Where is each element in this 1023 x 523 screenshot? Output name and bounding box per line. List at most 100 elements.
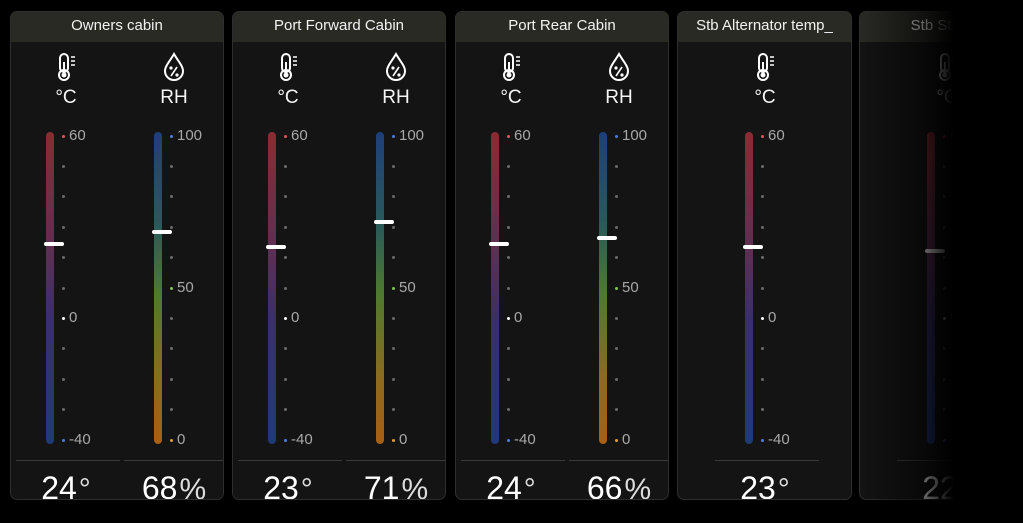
gauge-level-marker: [266, 245, 286, 250]
reading-unit: %: [401, 473, 429, 500]
tick-dot: [507, 316, 510, 320]
tick-dot: [62, 377, 65, 381]
tick-dot: [392, 256, 395, 260]
tick-dot: [507, 438, 510, 442]
tick-dot: [170, 377, 173, 381]
gauge-bar: [46, 132, 54, 444]
tick-dot: [392, 225, 395, 229]
gauge-reading: 24°: [461, 470, 561, 499]
tick-dot: [615, 438, 618, 442]
tick-dot: [170, 438, 173, 442]
card-title: Owners cabin: [11, 12, 223, 42]
tick-dot: [615, 134, 618, 138]
reading-value: 66: [586, 470, 623, 500]
gauge-reading: 68%: [124, 470, 223, 500]
tick-dot: [62, 316, 65, 320]
reading-unit: %: [179, 473, 207, 500]
gauge-bar: [745, 132, 753, 444]
tick-dot: [943, 164, 946, 168]
tick-dot: [284, 256, 287, 260]
tick-label-top: 100: [177, 127, 203, 144]
tick-dot: [284, 134, 287, 138]
tick-dot: [392, 438, 395, 442]
tick-dot: [615, 256, 618, 260]
gauge-level-marker: [597, 236, 617, 241]
gauge-bar: [154, 132, 162, 444]
tick-dot: [62, 286, 65, 290]
gauge-reading: 66%: [569, 470, 668, 500]
gauge-level-marker: [489, 242, 509, 247]
tick-label-top: 100: [399, 127, 425, 144]
tick-label-mid: 0: [950, 309, 959, 327]
humidity-icon: [383, 51, 409, 82]
tick-dot: [392, 286, 395, 290]
tick-dot: [392, 164, 395, 168]
reading-value: 24: [41, 470, 77, 500]
tick-dot: [943, 225, 946, 229]
tick-dot: [761, 377, 764, 381]
gauge-level-marker: [743, 245, 763, 250]
reading-unit: °: [300, 473, 313, 500]
sensor-card-stb-alternator-temp[interactable]: Stb Alternator temp_ °C 60 0 -40 23°: [677, 11, 852, 500]
tick-dot: [761, 225, 764, 229]
tick-label-bottom: 0: [399, 431, 408, 448]
tick-label-mid: 50: [622, 279, 639, 296]
tick-dot: [507, 347, 510, 351]
tick-dot: [284, 347, 287, 351]
tick-dot: [507, 164, 510, 168]
tick-label-mid: 50: [177, 279, 194, 296]
reading-unit: °: [78, 473, 91, 500]
reading-unit: °: [959, 473, 972, 500]
tick-dot: [761, 256, 764, 260]
gauge-unit: RH: [605, 87, 633, 108]
tick-dot: [943, 256, 946, 260]
tick-dot: [615, 286, 618, 290]
tick-dot: [284, 164, 287, 168]
sensor-card-stb-starter[interactable]: Stb Starter °C 60 0 -40 22°: [859, 11, 1023, 500]
tick-label-bottom: -40: [514, 431, 536, 448]
tick-dot: [170, 316, 173, 320]
temperature-gauge: °C 60 0 -40 22°: [897, 42, 1001, 500]
gauge-reading: 23°: [715, 470, 815, 500]
reading-value: 71: [363, 470, 400, 500]
tick-dot: [170, 164, 173, 168]
tick-label-bottom: 0: [177, 431, 186, 448]
tick-dot: [392, 195, 395, 199]
gauge-reading: 24°: [16, 470, 116, 500]
tick-dot: [761, 134, 764, 138]
gauge-bar: [927, 132, 935, 444]
tick-dot: [943, 377, 946, 381]
tick-dot: [284, 225, 287, 229]
tick-label-mid: 0: [768, 309, 777, 327]
gauge-unit: °C: [500, 87, 522, 108]
tick-dot: [761, 164, 764, 168]
tick-dot: [507, 225, 510, 229]
tick-dot: [170, 256, 173, 260]
tick-dot: [615, 195, 618, 199]
gauge-separator: [238, 460, 342, 461]
reading-unit: °: [777, 473, 790, 500]
sensor-card-owners-cabin[interactable]: Owners cabin °C 60 0 -40 24° RH 100 50 0 68%: [10, 11, 224, 500]
tick-dot: [170, 408, 173, 412]
gauge-unit: °C: [754, 87, 776, 108]
sensor-card-port-forward-cabin[interactable]: Port Forward Cabin °C 60 0 -40 23° RH 100 50 0 71…: [232, 11, 446, 500]
temperature-gauge: °C 60 0 -40 24°: [461, 42, 565, 499]
tick-label-top: 60: [768, 127, 785, 144]
tick-dot: [761, 286, 764, 290]
sensor-card-port-rear-cabin[interactable]: Port Rear Cabin °C 60 0 -40 24° RH 100 50 0 66%: [455, 11, 669, 500]
reading-value: 23: [263, 470, 299, 500]
gauge-bar: [491, 132, 499, 444]
humidity-icon: [161, 51, 187, 82]
tick-dot: [62, 225, 65, 229]
tick-label-bottom: -40: [291, 431, 313, 448]
sensor-cards-strip: Owners cabin °C 60 0 -40 24° RH 100 50 0 68% Port…: [0, 0, 1023, 523]
gauge-separator: [569, 460, 668, 461]
gauge-reading: 22°: [897, 470, 997, 500]
reading-value: 22: [922, 470, 958, 500]
humidity-icon: [606, 51, 632, 82]
tick-dot: [507, 286, 510, 290]
gauge-separator: [124, 460, 223, 461]
card-title: Port Rear Cabin: [456, 12, 668, 42]
thermometer-icon: [498, 52, 524, 82]
tick-label-top: 60: [514, 127, 531, 144]
